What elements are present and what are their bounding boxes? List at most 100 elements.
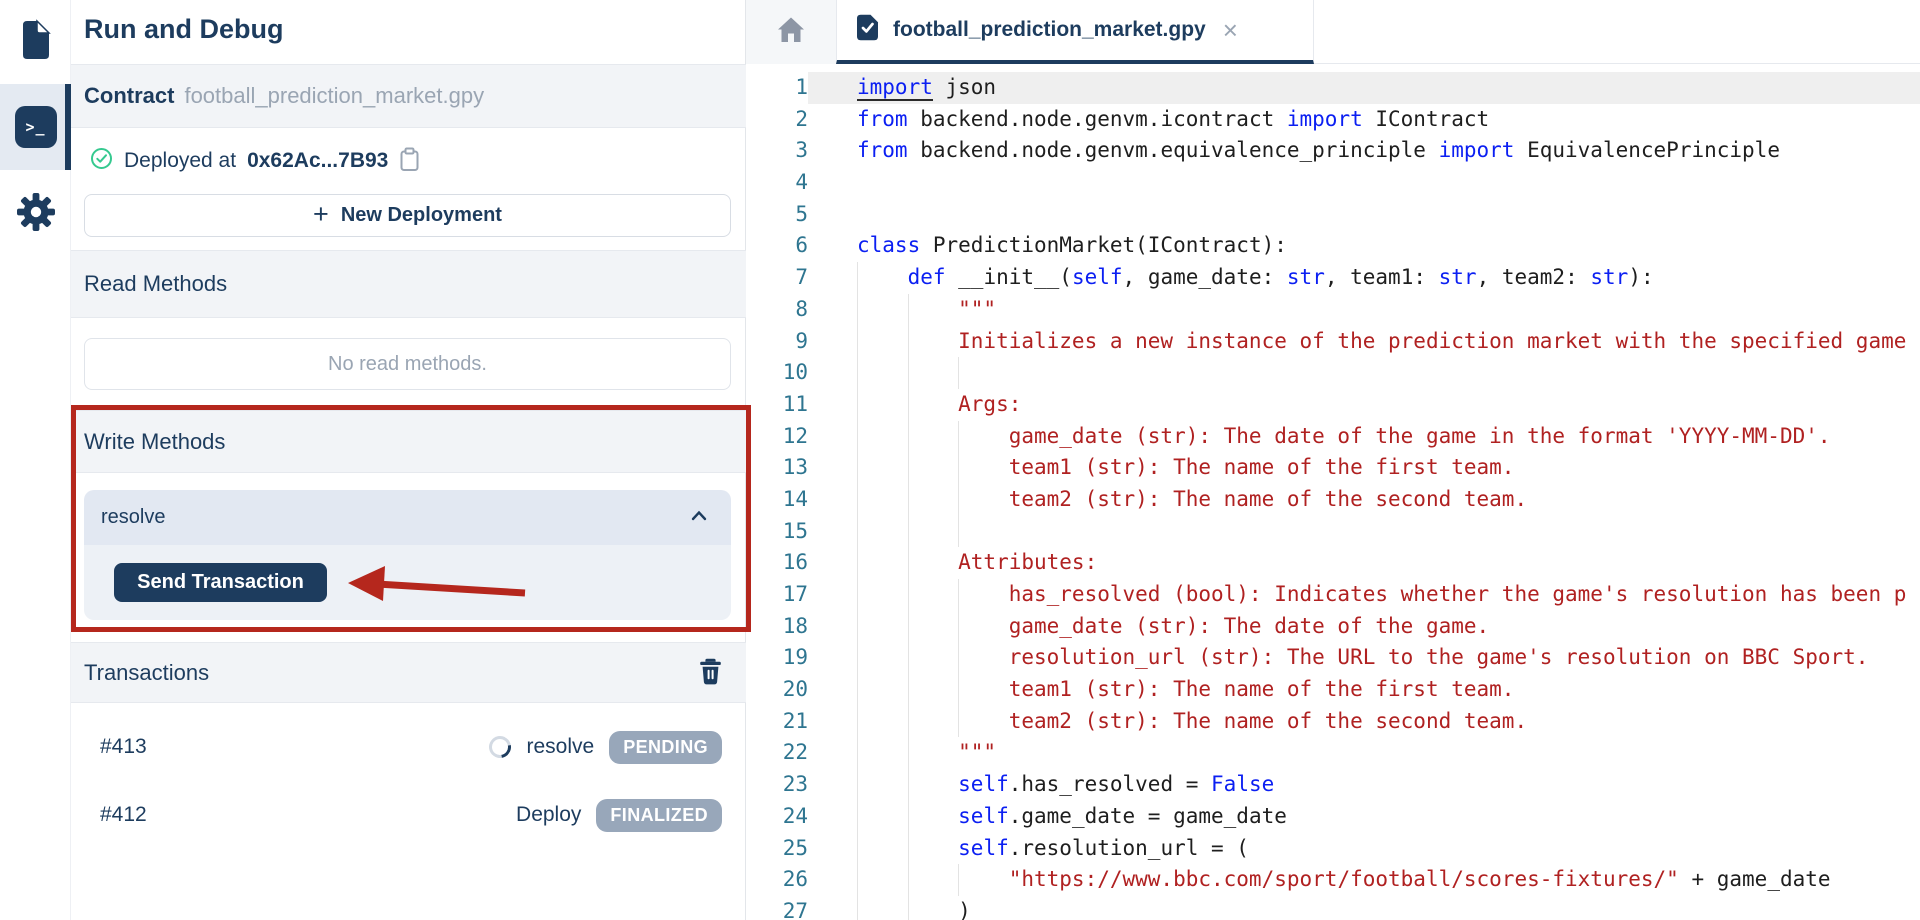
indent-guide: [908, 706, 909, 738]
tab-bar: football_prediction_market.gpy ×: [746, 0, 1920, 64]
indent-guide: [908, 484, 909, 516]
code-line: 7 def __init__(self, game_date: str, tea…: [746, 262, 1920, 294]
indent-guide: [857, 421, 858, 453]
new-deployment-button[interactable]: + New Deployment: [84, 194, 731, 237]
transaction-row[interactable]: #412 Deploy FINALIZED: [71, 790, 746, 840]
plus-icon: +: [313, 201, 329, 228]
code-line: 5: [746, 199, 1920, 231]
indent-guide: [958, 357, 959, 389]
line-number: 10: [746, 357, 808, 389]
no-read-methods-message: No read methods.: [84, 338, 731, 390]
sidebar-item-files[interactable]: [0, 0, 71, 84]
line-number: 26: [746, 864, 808, 896]
indent-guide: [908, 896, 909, 920]
home-button[interactable]: [746, 0, 836, 64]
read-methods-header: Read Methods: [71, 250, 746, 318]
code-line: 18 game_date (str): The date of the game…: [746, 611, 1920, 643]
indent-guide: [857, 484, 858, 516]
code-line: 27 ): [746, 896, 1920, 920]
indent-guide: [908, 769, 909, 801]
sidebar-item-run-debug[interactable]: >_: [0, 84, 71, 170]
line-number: 8: [746, 294, 808, 326]
line-number: 13: [746, 452, 808, 484]
code-editor[interactable]: 1import json2from backend.node.genvm.ico…: [746, 64, 1920, 920]
check-circle-icon: [90, 147, 113, 175]
indent-guide: [908, 452, 909, 484]
method-accordion: resolve Send Transaction: [84, 490, 731, 620]
line-number: 5: [746, 199, 808, 231]
code-line: 25 self.resolution_url = (: [746, 833, 1920, 865]
code-line: 2from backend.node.genvm.icontract impor…: [746, 104, 1920, 136]
chevron-up-icon: [689, 508, 709, 527]
status-badge: PENDING: [609, 731, 722, 764]
indent-guide: [857, 547, 858, 579]
indent-guide: [908, 801, 909, 833]
transaction-id: #412: [100, 803, 147, 827]
indent-guide: [958, 452, 959, 484]
indent-guide: [908, 642, 909, 674]
indent-guide: [958, 611, 959, 643]
line-number: 7: [746, 262, 808, 294]
indent-guide: [908, 833, 909, 865]
line-number: 25: [746, 833, 808, 865]
indent-guide: [958, 516, 959, 548]
gear-icon: [16, 192, 56, 237]
line-number: 6: [746, 230, 808, 262]
code-line: 17 has_resolved (bool): Indicates whethe…: [746, 579, 1920, 611]
line-number: 19: [746, 642, 808, 674]
line-number: 14: [746, 484, 808, 516]
clear-transactions-button[interactable]: [699, 658, 722, 688]
indent-guide: [908, 389, 909, 421]
file-icon: [19, 19, 53, 66]
code-line: 26 "https://www.bbc.com/sport/football/s…: [746, 864, 1920, 896]
code-line: 6class PredictionMarket(IContract):: [746, 230, 1920, 262]
code-line: 4: [746, 167, 1920, 199]
indent-guide: [908, 326, 909, 358]
indent-guide: [857, 326, 858, 358]
indent-guide: [857, 864, 858, 896]
code-lines: 1import json2from backend.node.genvm.ico…: [746, 72, 1920, 920]
line-number: 20: [746, 674, 808, 706]
indent-guide: [857, 262, 858, 294]
line-number: 3: [746, 135, 808, 167]
home-icon: [776, 16, 806, 49]
code-line: 12 game_date (str): The date of the game…: [746, 421, 1920, 453]
sidebar-item-settings[interactable]: [0, 170, 71, 258]
copy-address-button[interactable]: [399, 147, 420, 175]
line-number: 18: [746, 611, 808, 643]
close-icon[interactable]: ×: [1223, 17, 1238, 43]
code-line: 11 Args:: [746, 389, 1920, 421]
status-badge: FINALIZED: [596, 799, 722, 832]
indent-guide: [857, 452, 858, 484]
indent-guide: [857, 357, 858, 389]
indent-guide: [908, 579, 909, 611]
code-line: 24 self.game_date = game_date: [746, 801, 1920, 833]
code-line: 19 resolution_url (str): The URL to the …: [746, 642, 1920, 674]
indent-guide: [908, 737, 909, 769]
indent-guide: [857, 801, 858, 833]
tab-football-prediction-market[interactable]: football_prediction_market.gpy ×: [836, 0, 1314, 64]
code-line: 3from backend.node.genvm.equivalence_pri…: [746, 135, 1920, 167]
file-check-icon: [855, 13, 880, 47]
indent-guide: [857, 516, 858, 548]
line-number: 24: [746, 801, 808, 833]
line-number: 22: [746, 737, 808, 769]
indent-guide: [958, 642, 959, 674]
indent-guide: [857, 642, 858, 674]
code-line: 22 """: [746, 737, 1920, 769]
indent-guide: [857, 737, 858, 769]
indent-guide: [958, 579, 959, 611]
terminal-icon: >_: [15, 106, 57, 148]
indent-guide: [857, 896, 858, 920]
indent-guide: [857, 389, 858, 421]
transaction-row[interactable]: #413 resolve PENDING: [71, 722, 746, 772]
method-resolve-toggle[interactable]: resolve: [84, 490, 731, 545]
code-line: 21 team2 (str): The name of the second t…: [746, 706, 1920, 738]
indent-guide: [908, 294, 909, 326]
code-line: 23 self.has_resolved = False: [746, 769, 1920, 801]
indent-guide: [857, 769, 858, 801]
indent-guide: [958, 706, 959, 738]
deployment-status: Deployed at 0x62Ac...7B93: [90, 128, 420, 194]
line-number: 21: [746, 706, 808, 738]
send-transaction-button[interactable]: Send Transaction: [114, 563, 327, 602]
